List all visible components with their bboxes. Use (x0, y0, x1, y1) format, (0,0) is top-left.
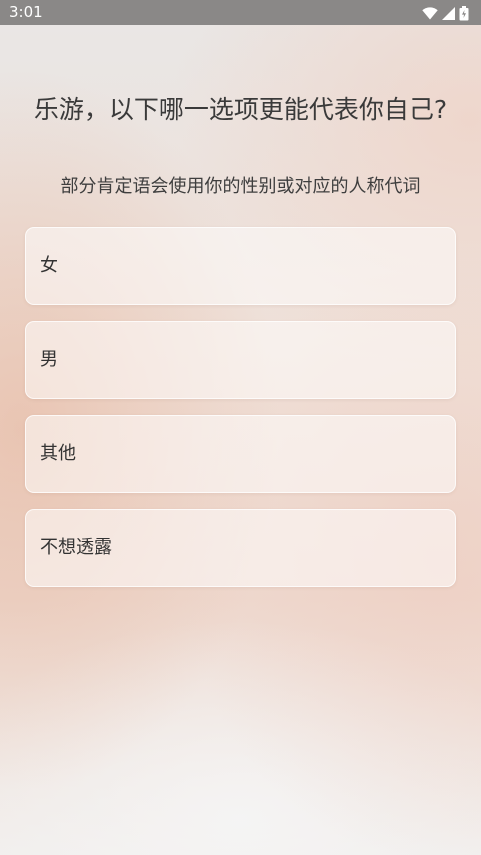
option-list: 女 男 其他 不想透露 (25, 227, 456, 603)
question-subtitle: 部分肯定语会使用你的性别或对应的人称代词 (60, 176, 421, 197)
option-label: 其他 (40, 443, 76, 464)
question-title: 乐游，以下哪一选项更能代表你自己? (33, 95, 448, 124)
status-time: 3:01 (9, 3, 43, 21)
option-prefer-not-to-say[interactable]: 不想透露 (25, 509, 456, 587)
option-label: 男 (40, 349, 58, 370)
cellular-signal-icon (442, 6, 455, 20)
option-male[interactable]: 男 (25, 321, 456, 399)
battery-icon (459, 5, 469, 21)
option-female[interactable]: 女 (25, 227, 456, 305)
status-bar: 3:01 (0, 0, 481, 25)
wifi-icon (422, 6, 438, 20)
option-label: 不想透露 (40, 537, 112, 558)
option-other[interactable]: 其他 (25, 415, 456, 493)
option-label: 女 (40, 255, 58, 276)
status-icons (422, 5, 469, 21)
